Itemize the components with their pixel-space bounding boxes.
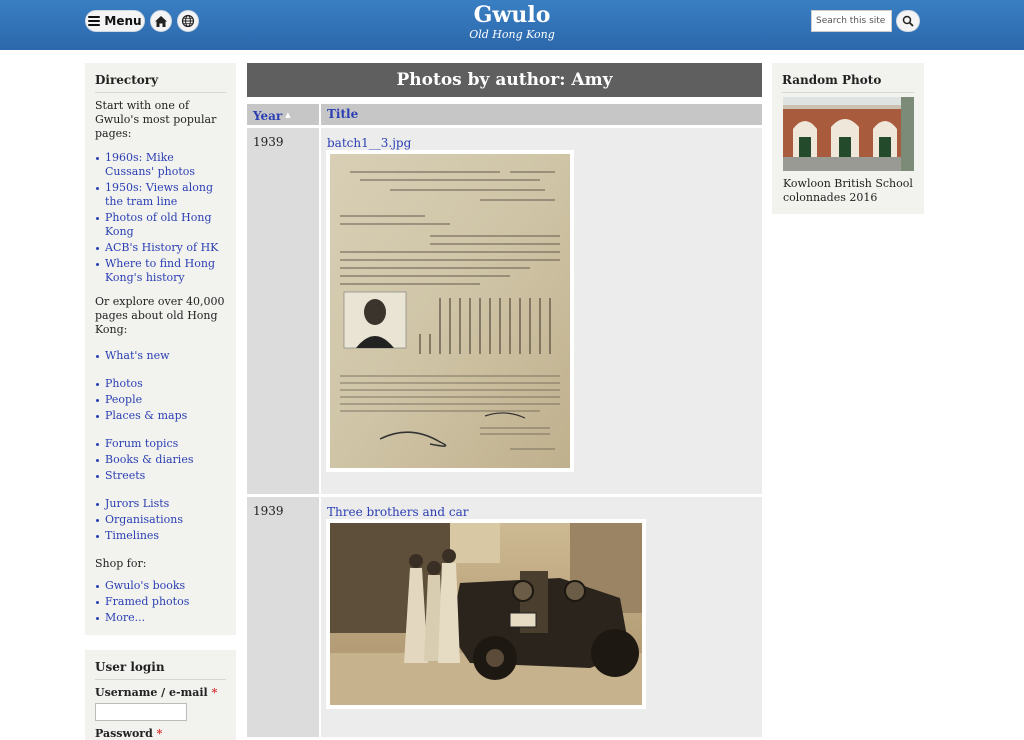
list-item[interactable]: Where to find Hong Kong's history — [96, 257, 226, 285]
username-field[interactable] — [95, 703, 187, 721]
table-row: 1939 batch1__3.jpg — [247, 128, 762, 494]
photo-thumbnail[interactable] — [326, 150, 574, 472]
list-item[interactable]: Framed photos — [96, 595, 226, 609]
divider — [95, 92, 226, 93]
sort-ascending-icon: ▲ — [285, 110, 291, 119]
shop-list: Gwulo's books Framed photos More... — [85, 579, 236, 625]
year-cell: 1939 — [247, 128, 319, 494]
popular-list: 1960s: Mike Cussans' photos 1950s: Views… — [85, 151, 236, 285]
directory-intro: Start with one of Gwulo's most popular p… — [95, 99, 217, 140]
list-item[interactable]: Jurors Lists — [96, 497, 226, 511]
login-block: User login Username / e-mail * Password … — [85, 650, 236, 740]
list-item[interactable]: Books & diaries — [96, 453, 226, 467]
divider — [95, 679, 226, 680]
list-item[interactable]: Organisations — [96, 513, 226, 527]
divider — [782, 92, 914, 93]
list-item[interactable]: ACB's History of HK — [96, 241, 226, 255]
random-photo-title: Random Photo — [782, 73, 882, 87]
list-item[interactable]: 1950s: Views along the tram line — [96, 181, 226, 209]
list-item[interactable]: Photos of old Hong Kong — [96, 211, 226, 239]
table-header: Year ▲ Title — [247, 104, 762, 125]
password-label: Password * — [95, 727, 163, 740]
site-header: Menu Gwulo Old Hong Kong Search this sit… — [0, 0, 1024, 50]
login-title: User login — [95, 660, 165, 674]
list-item[interactable]: More... — [96, 611, 226, 625]
nav-group-2: Photos People Places & maps — [85, 377, 236, 423]
column-header-title[interactable]: Title — [321, 104, 762, 125]
list-item[interactable]: Gwulo's books — [96, 579, 226, 593]
explore-text: Or explore over 40,000 pages about old H… — [95, 295, 225, 336]
photo-title-link[interactable]: Three brothers and car — [327, 505, 468, 519]
list-item[interactable]: Timelines — [96, 529, 226, 543]
table-row: 1939 Three brothers and car — [247, 497, 762, 737]
list-item[interactable]: Streets — [96, 469, 226, 483]
list-item[interactable]: People — [96, 393, 226, 407]
document-photo-image — [330, 154, 570, 468]
page-title: Photos by author: Amy — [247, 63, 762, 97]
random-photo-thumbnail[interactable] — [783, 97, 914, 171]
photo-thumbnail[interactable] — [326, 519, 646, 709]
list-item[interactable]: Photos — [96, 377, 226, 391]
search-button[interactable] — [896, 10, 920, 32]
car-photo-image — [330, 523, 642, 705]
nav-group-1: What's new — [85, 349, 236, 363]
shop-label: Shop for: — [95, 557, 147, 570]
search-input[interactable]: Search this site — [811, 10, 892, 32]
random-photo-caption[interactable]: Kowloon British School colonnades 2016 — [783, 177, 918, 205]
photo-title-link[interactable]: batch1__3.jpg — [327, 136, 411, 150]
list-item[interactable]: Places & maps — [96, 409, 226, 423]
nav-group-3: Forum topics Books & diaries Streets — [85, 437, 236, 483]
list-item[interactable]: 1960s: Mike Cussans' photos — [96, 151, 226, 179]
list-item[interactable]: What's new — [96, 349, 226, 363]
list-item[interactable]: Forum topics — [96, 437, 226, 451]
column-header-year[interactable]: Year ▲ — [247, 104, 319, 125]
directory-title: Directory — [95, 73, 159, 87]
username-label: Username / e-mail * — [95, 686, 218, 699]
random-photo-block: Random Photo Kowloon British School colo… — [772, 63, 924, 214]
building-photo-image — [783, 97, 914, 171]
nav-group-4: Jurors Lists Organisations Timelines — [85, 497, 236, 543]
search-icon — [902, 15, 914, 27]
directory-block: Directory Start with one of Gwulo's most… — [85, 63, 236, 635]
year-cell: 1939 — [247, 497, 319, 737]
